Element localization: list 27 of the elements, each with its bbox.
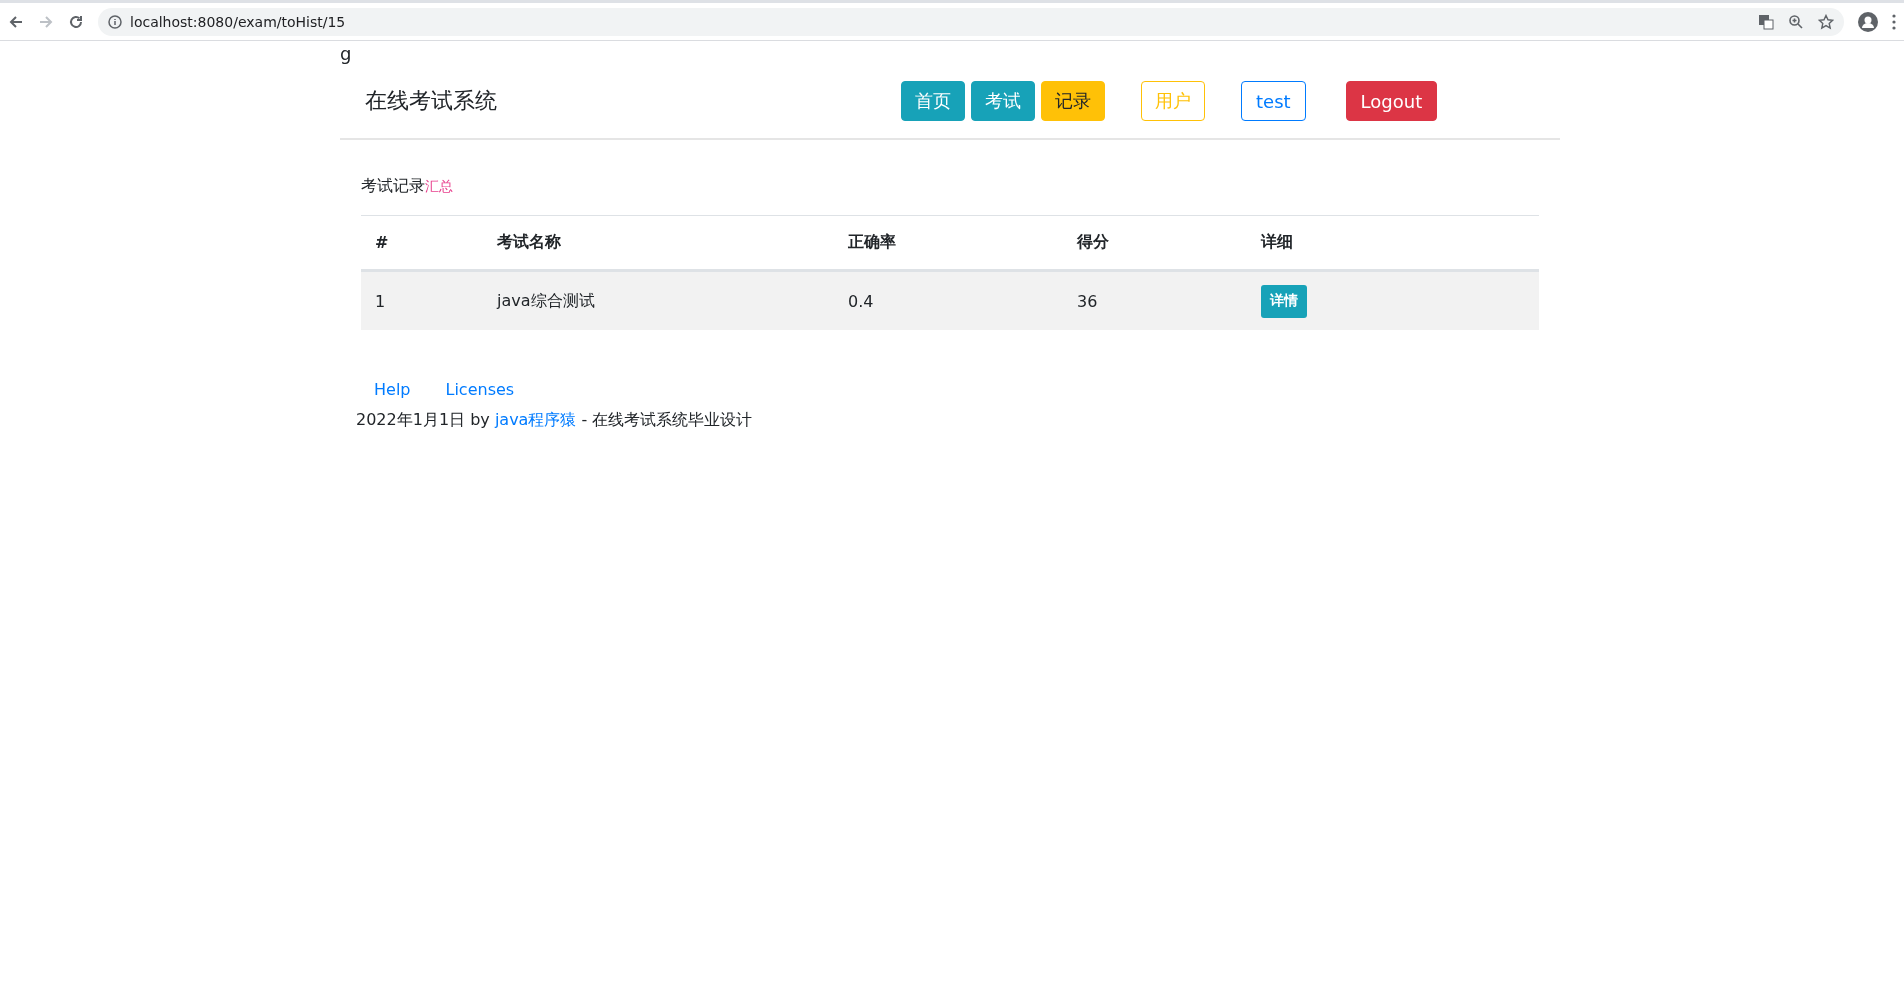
- info-icon[interactable]: [108, 14, 122, 29]
- site-title: 在线考试系统: [365, 87, 498, 115]
- copyright-text: 2022年1月1日 by java程序猿 - 在线考试系统毕业设计: [356, 410, 754, 431]
- nav-button[interactable]: 考试: [971, 81, 1035, 121]
- menu-icon[interactable]: [1892, 13, 1896, 30]
- nav-button[interactable]: test: [1241, 81, 1306, 121]
- nav-button[interactable]: 记录: [1041, 81, 1105, 121]
- reload-icon[interactable]: [68, 13, 84, 30]
- nav-button[interactable]: Logout: [1345, 81, 1438, 121]
- author-link[interactable]: java程序猿: [494, 410, 577, 429]
- table-cell: 36: [1063, 270, 1247, 330]
- nav-button[interactable]: 首页: [901, 81, 965, 121]
- table-cell: 0.4: [834, 270, 1063, 330]
- table-cell: 1: [361, 270, 483, 330]
- stray-text: g: [340, 43, 352, 64]
- section-title: 考试记录汇总: [361, 176, 454, 197]
- footer-link[interactable]: Licenses: [445, 380, 515, 399]
- star-icon[interactable]: [1818, 13, 1834, 30]
- back-arrow-icon[interactable]: [8, 13, 24, 30]
- zoom-icon[interactable]: [1788, 13, 1804, 30]
- profile-icon[interactable]: [1858, 11, 1878, 32]
- address-bar[interactable]: localhost:8080/exam/toHist/15: [98, 7, 1844, 36]
- table-cell: java综合测试: [483, 270, 834, 330]
- footer-link[interactable]: Help: [374, 380, 411, 399]
- translate-icon[interactable]: [1758, 13, 1774, 30]
- url-text: localhost:8080/exam/toHist/15: [130, 13, 346, 30]
- details-button[interactable]: 详情: [1261, 284, 1307, 318]
